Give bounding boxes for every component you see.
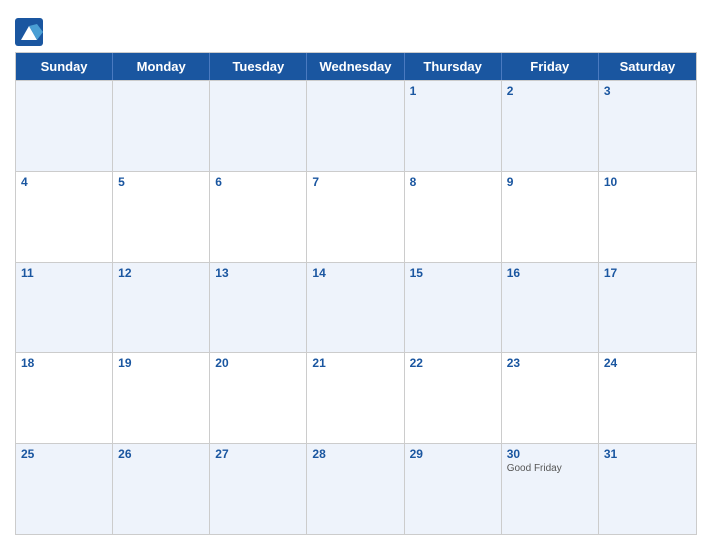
day-number: 26 [118, 447, 131, 461]
day-cell [113, 81, 210, 171]
day-cell: 11 [16, 263, 113, 353]
day-cell: 5 [113, 172, 210, 262]
header-tuesday: Tuesday [210, 53, 307, 80]
day-number: 3 [604, 84, 611, 98]
day-number: 15 [410, 266, 423, 280]
day-cell: 4 [16, 172, 113, 262]
day-number: 20 [215, 356, 228, 370]
day-number: 5 [118, 175, 125, 189]
day-cell: 30 Good Friday [502, 444, 599, 534]
day-cell: 8 [405, 172, 502, 262]
day-number: 6 [215, 175, 222, 189]
day-number: 31 [604, 447, 617, 461]
day-number: 4 [21, 175, 28, 189]
day-number: 21 [312, 356, 325, 370]
day-cell: 15 [405, 263, 502, 353]
day-number: 24 [604, 356, 617, 370]
logo-icon [15, 18, 43, 46]
day-cell [16, 81, 113, 171]
day-cell [210, 81, 307, 171]
day-cell [307, 81, 404, 171]
logo [15, 18, 47, 46]
day-number: 11 [21, 266, 34, 280]
day-cell: 16 [502, 263, 599, 353]
day-headers-row: Sunday Monday Tuesday Wednesday Thursday… [16, 53, 696, 80]
day-cell: 6 [210, 172, 307, 262]
day-number: 16 [507, 266, 520, 280]
day-cell: 24 [599, 353, 696, 443]
day-number: 19 [118, 356, 131, 370]
day-number: 13 [215, 266, 228, 280]
day-number: 1 [410, 84, 417, 98]
day-number: 29 [410, 447, 423, 461]
day-cell: 19 [113, 353, 210, 443]
day-cell: 25 [16, 444, 113, 534]
day-cell: 7 [307, 172, 404, 262]
day-cell: 26 [113, 444, 210, 534]
day-number: 10 [604, 175, 617, 189]
week-row-4: 18 19 20 21 22 23 24 [16, 352, 696, 443]
day-number: 28 [312, 447, 325, 461]
day-number: 2 [507, 84, 514, 98]
day-cell: 3 [599, 81, 696, 171]
day-cell: 31 [599, 444, 696, 534]
day-cell: 1 [405, 81, 502, 171]
day-cell: 18 [16, 353, 113, 443]
day-number: 30 [507, 447, 520, 461]
day-cell: 23 [502, 353, 599, 443]
day-number: 8 [410, 175, 417, 189]
day-number: 7 [312, 175, 319, 189]
day-cell: 22 [405, 353, 502, 443]
day-cell: 12 [113, 263, 210, 353]
day-number: 9 [507, 175, 514, 189]
day-event: Good Friday [507, 463, 593, 474]
calendar-header [15, 10, 697, 52]
day-number: 18 [21, 356, 34, 370]
day-number: 17 [604, 266, 617, 280]
header-saturday: Saturday [599, 53, 696, 80]
day-cell: 28 [307, 444, 404, 534]
header-sunday: Sunday [16, 53, 113, 80]
calendar-grid: 1234567891011121314151617181920212223242… [16, 80, 696, 534]
day-cell: 14 [307, 263, 404, 353]
week-row-1: 1 2 3 [16, 80, 696, 171]
header-friday: Friday [502, 53, 599, 80]
day-number: 23 [507, 356, 520, 370]
day-number: 12 [118, 266, 131, 280]
day-cell: 2 [502, 81, 599, 171]
day-number: 14 [312, 266, 325, 280]
header-thursday: Thursday [405, 53, 502, 80]
week-row-5: 25 26 27 28 29 30 Good Friday 31 [16, 443, 696, 534]
day-cell: 20 [210, 353, 307, 443]
header-wednesday: Wednesday [307, 53, 404, 80]
day-number: 22 [410, 356, 423, 370]
day-number: 25 [21, 447, 34, 461]
header-monday: Monday [113, 53, 210, 80]
week-row-2: 4 5 6 7 8 9 10 [16, 171, 696, 262]
week-row-3: 11 12 13 14 15 16 17 [16, 262, 696, 353]
day-cell: 21 [307, 353, 404, 443]
calendar: Sunday Monday Tuesday Wednesday Thursday… [15, 52, 697, 535]
day-cell: 27 [210, 444, 307, 534]
day-cell: 13 [210, 263, 307, 353]
day-cell: 10 [599, 172, 696, 262]
day-number: 27 [215, 447, 228, 461]
day-cell: 17 [599, 263, 696, 353]
day-cell: 29 [405, 444, 502, 534]
day-cell: 9 [502, 172, 599, 262]
